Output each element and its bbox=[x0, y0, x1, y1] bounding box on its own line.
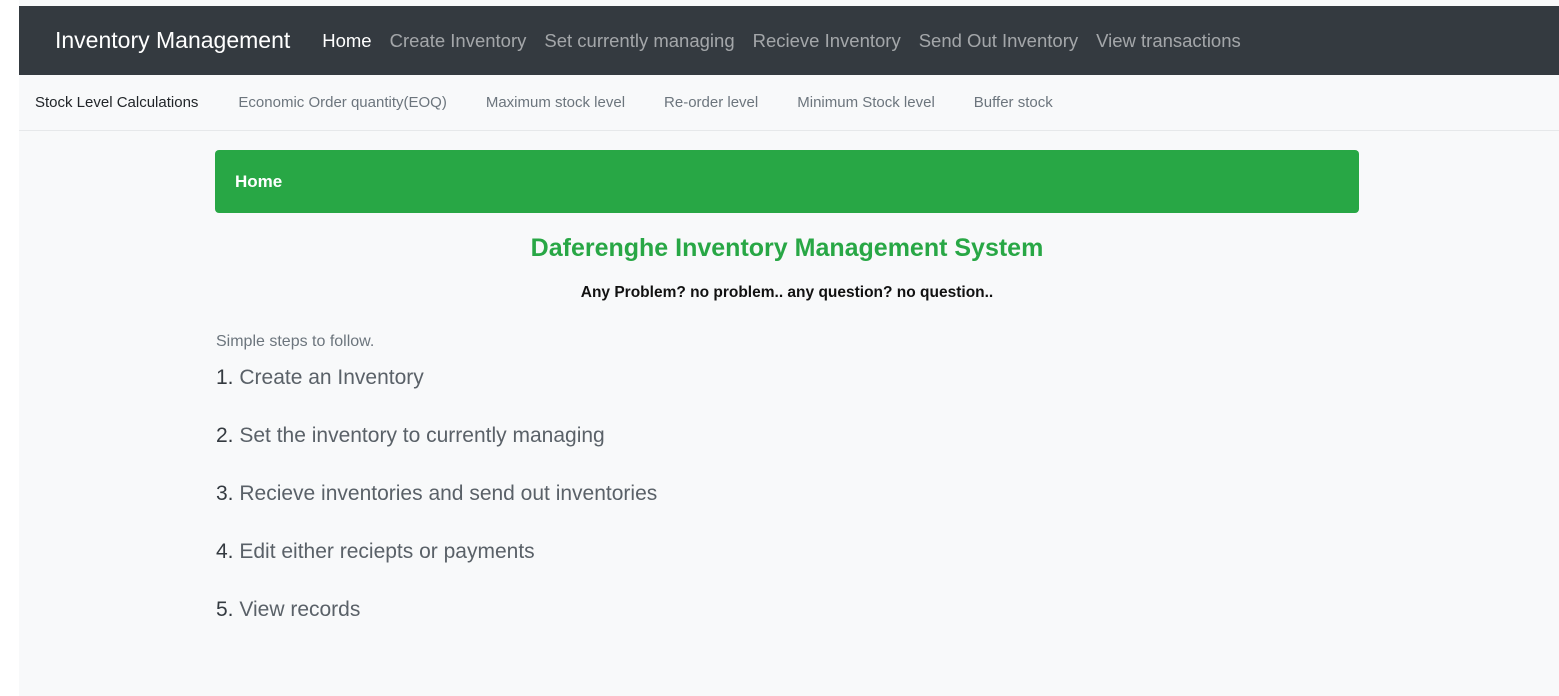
nav-link-view-transactions[interactable]: View transactions bbox=[1096, 30, 1241, 52]
step-number: 5. bbox=[216, 598, 234, 621]
secondary-nav-links: Economic Order quantity(EOQ) Maximum sto… bbox=[238, 94, 1091, 111]
step-number: 4. bbox=[216, 540, 234, 563]
steps-list: 1. Create an Inventory 2. Set the invent… bbox=[216, 366, 657, 656]
nav-link-send-out-inventory[interactable]: Send Out Inventory bbox=[919, 30, 1078, 52]
step-number: 2. bbox=[216, 424, 234, 447]
subnav-link-maximum-stock-level[interactable]: Maximum stock level bbox=[486, 94, 625, 111]
tagline: Any Problem? no problem.. any question? … bbox=[580, 284, 994, 301]
subnav-link-eoq[interactable]: Economic Order quantity(EOQ) bbox=[238, 94, 446, 111]
card-header-title: Home bbox=[235, 171, 283, 191]
system-title: Daferenghe Inventory Management System bbox=[530, 234, 1044, 262]
step-text: Set the inventory to currently managing bbox=[233, 424, 605, 447]
top-navbar: Inventory Management Home Create Invento… bbox=[19, 6, 1559, 75]
subnav-link-minimum-stock-level[interactable]: Minimum Stock level bbox=[797, 94, 935, 111]
subnav-link-re-order-level[interactable]: Re-order level bbox=[664, 94, 758, 111]
list-item: 3. Recieve inventories and send out inve… bbox=[216, 482, 657, 540]
list-item: 5. View records bbox=[216, 598, 657, 656]
list-item: 2. Set the inventory to currently managi… bbox=[216, 424, 657, 482]
secondary-navbar: Stock Level Calculations Economic Order … bbox=[19, 75, 1559, 131]
subnav-link-buffer-stock[interactable]: Buffer stock bbox=[974, 94, 1053, 111]
step-text: Edit either reciepts or payments bbox=[233, 540, 535, 563]
step-number: 1. bbox=[216, 366, 234, 389]
navbar-brand[interactable]: Inventory Management bbox=[55, 27, 290, 54]
step-text: View records bbox=[233, 598, 361, 621]
step-text: Recieve inventories and send out invento… bbox=[233, 482, 658, 505]
steps-heading: Simple steps to follow. bbox=[216, 333, 375, 350]
nav-link-set-currently-managing[interactable]: Set currently managing bbox=[544, 30, 734, 52]
list-item: 4. Edit either reciepts or payments bbox=[216, 540, 657, 598]
home-card-header: Home bbox=[215, 150, 1359, 213]
nav-link-recieve-inventory[interactable]: Recieve Inventory bbox=[753, 30, 901, 52]
page: Inventory Management Home Create Invento… bbox=[0, 0, 1559, 696]
nav-link-home[interactable]: Home bbox=[322, 30, 371, 52]
top-nav-links: Home Create Inventory Set currently mana… bbox=[322, 30, 1259, 52]
list-item: 1. Create an Inventory bbox=[216, 366, 657, 424]
step-number: 3. bbox=[216, 482, 234, 505]
stock-level-calculations-brand[interactable]: Stock Level Calculations bbox=[35, 94, 198, 111]
step-text: Create an Inventory bbox=[233, 366, 424, 389]
nav-link-create-inventory[interactable]: Create Inventory bbox=[390, 30, 527, 52]
